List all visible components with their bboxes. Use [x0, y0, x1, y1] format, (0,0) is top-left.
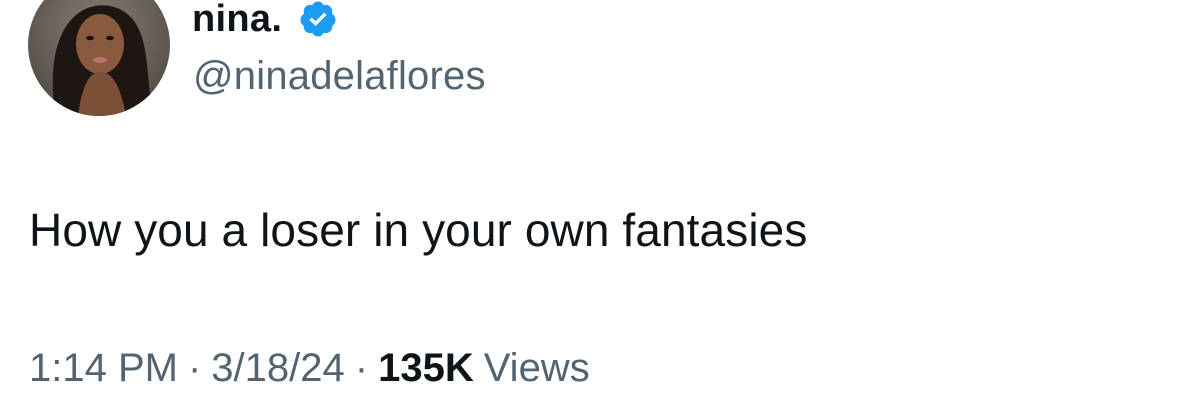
author-name-row[interactable]: nina.	[192, 0, 338, 44]
display-name[interactable]: nina.	[192, 0, 282, 41]
tweet-meta: 1:14 PM · 3/18/24 · 135K Views	[29, 346, 590, 391]
avatar[interactable]	[28, 0, 170, 116]
views-label[interactable]: Views	[484, 346, 590, 391]
tweet-text: How you a loser in your own fantasies	[29, 204, 808, 256]
tweet-time[interactable]: 1:14 PM	[29, 346, 178, 391]
meta-separator: ·	[354, 346, 369, 390]
meta-separator: ·	[187, 346, 202, 390]
views-count[interactable]: 135K	[378, 346, 474, 391]
profile-photo	[28, 0, 170, 116]
author-handle[interactable]: @ninadelaflores	[193, 54, 486, 99]
verified-badge-icon	[298, 0, 338, 39]
tweet-date[interactable]: 3/18/24	[211, 346, 344, 391]
